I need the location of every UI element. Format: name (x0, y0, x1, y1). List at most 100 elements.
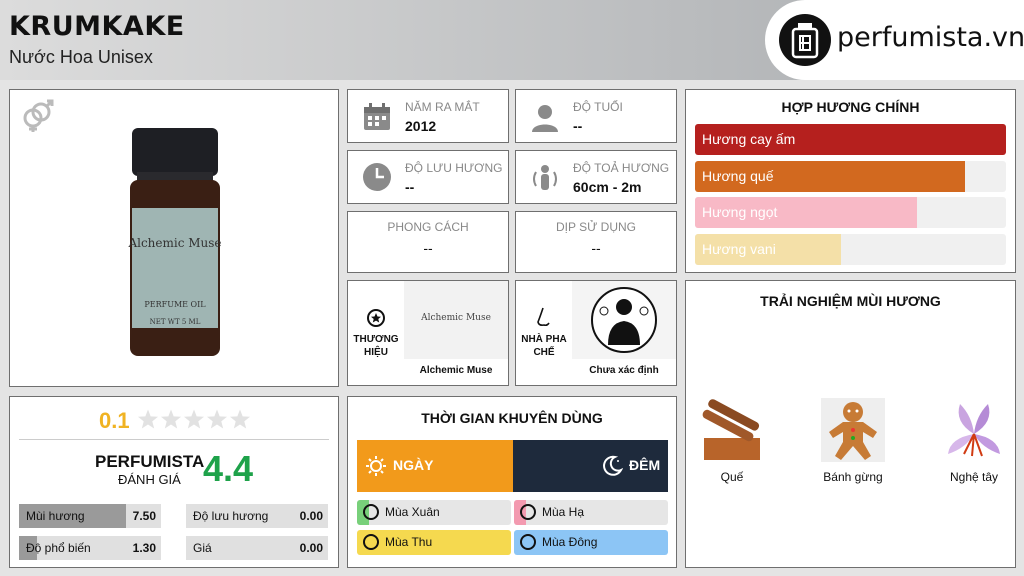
occasion-label: DỊP SỬ DỤNG (555, 220, 637, 234)
notes-title: TRẢI NGHIỆM MÙI HƯƠNG (760, 293, 941, 309)
perfumista-sublabel: ĐÁNH GIÁ (118, 472, 181, 487)
day-block: NGÀY (357, 440, 513, 492)
age-value: -- (573, 118, 583, 134)
sillage-value: 60cm - 2m (573, 179, 642, 195)
user-star-rating[interactable] (137, 408, 251, 432)
season-tag: Mùa Hạ (514, 500, 668, 525)
brand-name: Alchemic Muse (419, 365, 493, 376)
user-score: 0.1 (99, 408, 130, 433)
scent-experience-panel: TRẢI NGHIỆM MÙI HƯƠNG Quế Bánh gừng Nghệ… (685, 280, 1016, 568)
note-label-1: Quế (720, 470, 744, 484)
accord-label: Hương vani (702, 241, 776, 257)
product-bottle-image: Alchemic Muse PERFUME OIL NET WT 5 ML (125, 128, 225, 358)
moon-icon (601, 455, 624, 477)
longevity-card: ĐỘ LƯU HƯƠNG -- (347, 150, 509, 204)
perfumista-score: 4.4 (203, 448, 254, 489)
style-label: PHONG CÁCH (387, 220, 469, 234)
perfumer-image (572, 281, 676, 359)
winter-snowflake-icon (520, 534, 536, 550)
rating-metric-label: Mùi hương (26, 509, 85, 523)
product-image-panel: Alchemic Muse PERFUME OIL NET WT 5 ML (9, 89, 339, 387)
rating-metric: Độ lưu hương 0.00 (186, 504, 328, 528)
season-tag: Mùa Xuân (357, 500, 511, 525)
brand-card[interactable]: THƯƠNG HIỆU Alchemic Muse Alchemic Muse (347, 280, 509, 386)
clock-icon (362, 162, 392, 192)
rating-metric-value: 0.00 (299, 509, 323, 523)
divider (19, 439, 329, 440)
brand-label-1: THƯƠNG (353, 334, 399, 345)
accord-label: Hương ngọt (702, 204, 778, 220)
bottle-label-brand: Alchemic Muse (128, 236, 222, 250)
rating-metric-value: 7.50 (132, 509, 156, 523)
sillage-person-icon (530, 162, 560, 192)
spring-flower-icon (363, 504, 379, 520)
accord-bar: Hương cay ấm (695, 124, 1006, 155)
rating-metric: Giá 0.00 (186, 536, 328, 560)
summer-sun-icon (520, 504, 536, 520)
age-label: ĐỘ TUỔI (573, 100, 623, 114)
rating-metric-value: 1.30 (132, 541, 156, 555)
perfumer-label-2: CHẾ (533, 347, 555, 358)
recommended-time-panel: THỜI GIAN KHUYÊN DÙNG NGÀY ĐÊM Mùa Xuân M… (347, 396, 677, 568)
brand-logo-text: Alchemic Muse (421, 313, 491, 323)
night-block: ĐÊM (513, 440, 668, 492)
main-accords-panel: HỢP HƯƠNG CHÍNH Hương cay ấm Hương quế Hươ… (685, 89, 1016, 273)
night-label: ĐÊM (629, 457, 661, 473)
note-saffron[interactable]: Nghệ tây (929, 398, 1019, 484)
calendar-icon (362, 102, 392, 132)
perfumer-name: Chưa xác định (589, 365, 659, 376)
note-cinnamon[interactable]: Quế (687, 398, 777, 484)
season-label: Mùa Thu (385, 535, 433, 549)
perfumer-card[interactable]: NHÀ PHA CHẾ Chưa xác định (515, 280, 677, 386)
occasion-card: DỊP SỬ DỤNG -- (515, 211, 677, 273)
person-icon (530, 102, 560, 132)
sillage-card: ĐỘ TOẢ HƯƠNG 60cm - 2m (515, 150, 677, 204)
season-label: Mùa Đông (542, 535, 598, 549)
star-icon[interactable] (161, 409, 181, 429)
star-icon[interactable] (230, 409, 250, 429)
perfume-subtitle: Nước Hoa Unisex (9, 47, 153, 67)
brand-logo-image: Alchemic Muse (404, 281, 508, 359)
rating-metric: Mùi hương 7.50 (19, 504, 161, 528)
sillage-label: ĐỘ TOẢ HƯƠNG (573, 161, 670, 175)
logo-text: perfumista.vn (837, 22, 1024, 53)
perfume-title: KRUMKAKE (9, 11, 185, 42)
site-logo[interactable]: perfumista.vn (765, 0, 1024, 80)
rating-metric-label: Giá (193, 541, 212, 555)
saffron-image (942, 398, 1006, 462)
age-card: ĐỘ TUỔI -- (515, 89, 677, 143)
unisex-gender-icon (19, 98, 55, 134)
occasion-value: -- (591, 240, 601, 256)
style-card: PHONG CÁCH -- (347, 211, 509, 273)
bottle-label-type: PERFUME OIL (144, 300, 206, 309)
accord-bar: Hương vani (695, 234, 1006, 265)
season-tag: Mùa Đông (514, 530, 668, 555)
release-year-value: 2012 (405, 118, 437, 134)
note-gingerbread[interactable]: Bánh gừng (808, 398, 898, 484)
accord-label: Hương quế (702, 168, 774, 184)
longevity-value: -- (405, 179, 415, 195)
style-value: -- (423, 240, 433, 256)
star-icon[interactable] (138, 409, 158, 429)
rating-panel: 0.1 PERFUMISTA ĐÁNH GIÁ 4.4 Mùi hương 7.5… (9, 396, 339, 568)
rating-metric-label: Độ lưu hương (193, 509, 269, 523)
sun-icon (365, 455, 387, 477)
day-label: NGÀY (393, 457, 434, 473)
perfumista-label: PERFUMISTA (95, 452, 205, 471)
star-icon[interactable] (184, 409, 204, 429)
cinnamon-image (700, 398, 764, 462)
season-label: Mùa Xuân (385, 505, 440, 519)
time-title: THỜI GIAN KHUYÊN DÙNG (421, 410, 603, 426)
rating-metric: Độ phổ biến 1.30 (19, 536, 161, 560)
longevity-label: ĐỘ LƯU HƯƠNG (405, 161, 503, 175)
season-tag: Mùa Thu (357, 530, 511, 555)
rating-metric-value: 0.00 (299, 541, 323, 555)
rating-metric-label: Độ phổ biến (26, 541, 91, 555)
release-year-label: NĂM RA MẮT (405, 100, 480, 114)
gingerbread-image (821, 398, 885, 462)
accords-title: HỢP HƯƠNG CHÍNH (781, 99, 920, 115)
star-icon[interactable] (207, 409, 227, 429)
perfumer-label-block: NHÀ PHA CHẾ (516, 281, 572, 387)
star-badge-icon (367, 309, 385, 327)
note-label-2: Bánh gừng (823, 470, 883, 484)
